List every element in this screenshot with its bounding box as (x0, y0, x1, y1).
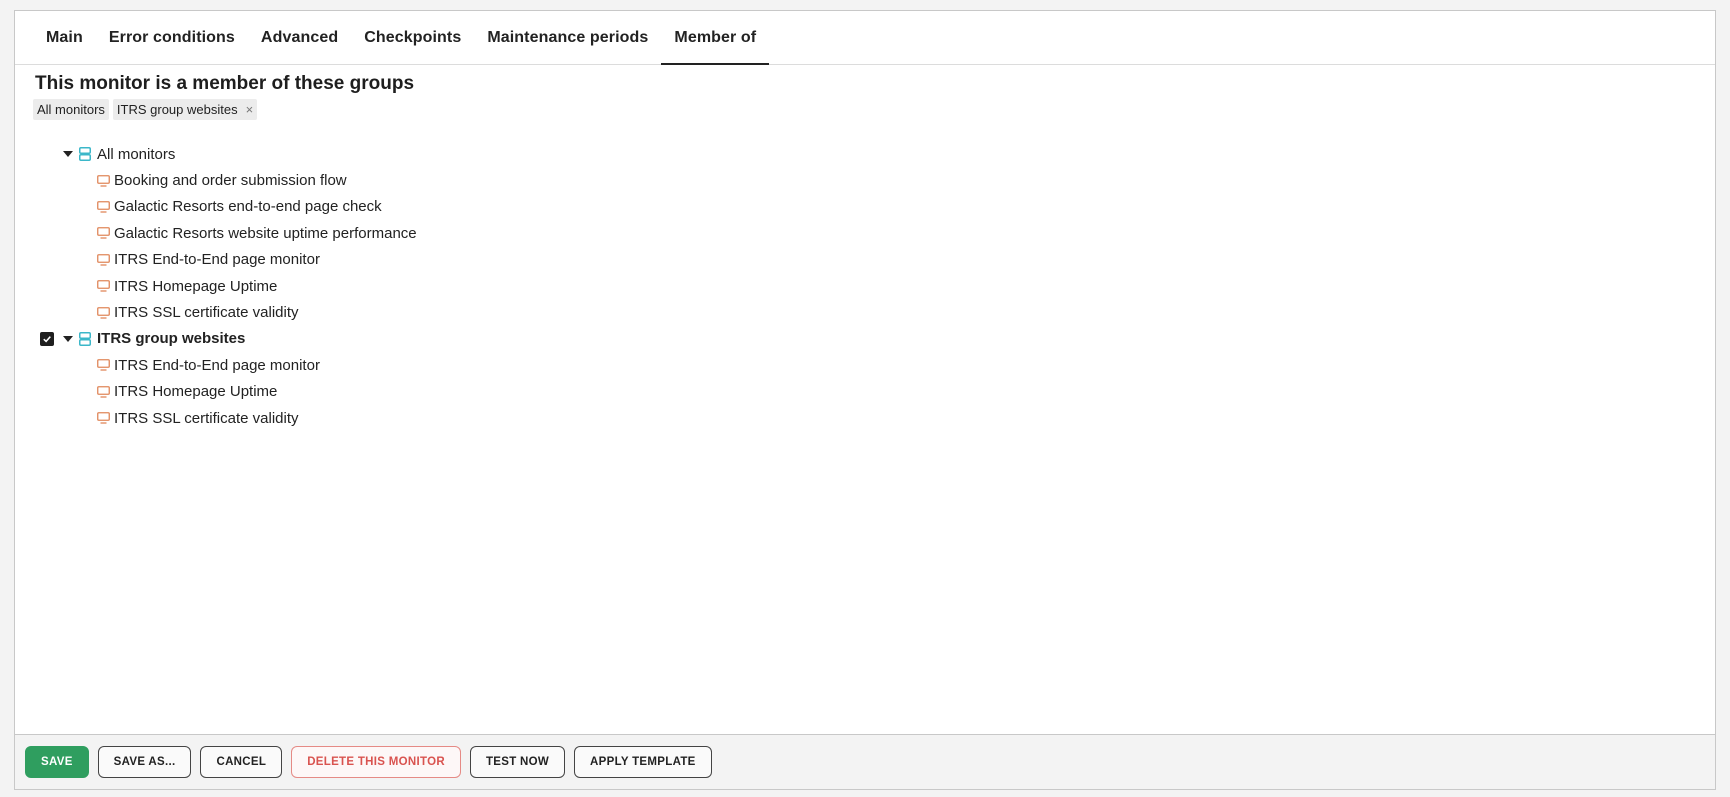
monitor-icon (97, 280, 110, 292)
server-group-icon (79, 147, 91, 162)
monitor-icon (97, 253, 110, 266)
group-checkbox[interactable] (40, 331, 54, 346)
caret-down-icon[interactable] (63, 151, 73, 158)
chip-remove-icon[interactable]: × (246, 103, 254, 116)
monitor-label: Galactic Resorts website uptime performa… (114, 224, 417, 242)
monitor-icon (97, 412, 110, 424)
monitor-label: ITRS SSL certificate validity (114, 304, 299, 322)
tree-group-row: All monitors (15, 141, 615, 167)
tree-monitor-row: ITRS SSL certificate validity (15, 299, 615, 325)
monitor-label: ITRS SSL certificate validity (114, 409, 299, 427)
chip-itrs-group-websites: ITRS group websites × (112, 99, 258, 120)
save-button[interactable]: SAVE (25, 746, 89, 778)
cancel-button[interactable]: CANCEL (200, 746, 283, 778)
monitor-icon (97, 359, 110, 371)
tree-monitor-row: Booking and order submission flow (15, 167, 615, 193)
monitor-icon (97, 201, 110, 213)
chip-label: All monitors (37, 102, 105, 117)
action-bar: SAVE SAVE AS... CANCEL DELETE THIS MONIT… (15, 734, 1715, 789)
tree-monitor-row: ITRS SSL certificate validity (15, 405, 615, 431)
monitor-label: Galactic Resorts end-to-end page check (114, 198, 382, 216)
tab-bar: Main Error conditions Advanced Checkpoin… (15, 11, 1715, 65)
tab-error-conditions[interactable]: Error conditions (96, 11, 248, 64)
tree-monitor-row: Galactic Resorts website uptime performa… (15, 220, 615, 246)
caret-down-icon[interactable] (63, 335, 73, 342)
tree-group-row: ITRS group websites (15, 326, 615, 352)
tree-monitor-row: ITRS End-to-End page monitor (15, 247, 615, 273)
tree-monitor-row: Galactic Resorts end-to-end page check (15, 194, 615, 220)
apply-template-button[interactable]: APPLY TEMPLATE (574, 746, 712, 778)
checkmark-icon (43, 335, 51, 343)
monitor-icon (97, 385, 110, 398)
monitor-icon (97, 227, 110, 240)
monitor-label: Booking and order submission flow (114, 172, 347, 190)
monitor-icon (97, 174, 110, 187)
group-label-itrs-group-websites[interactable]: ITRS group websites (97, 330, 245, 347)
monitor-icon (97, 306, 110, 319)
tree-monitor-row: ITRS Homepage Uptime (15, 379, 615, 405)
save-as-button[interactable]: SAVE AS... (97, 746, 192, 778)
tab-maintenance-periods[interactable]: Maintenance periods (474, 11, 661, 64)
group-label-all-monitors[interactable]: All monitors (97, 146, 175, 163)
monitor-label: ITRS Homepage Uptime (114, 383, 278, 401)
delete-monitor-button[interactable]: DELETE THIS MONITOR (291, 746, 461, 778)
test-now-button[interactable]: TEST NOW (469, 746, 566, 778)
chip-label: ITRS group websites (116, 102, 238, 117)
tree-monitor-row: ITRS End-to-End page monitor (15, 352, 615, 378)
tab-member-of[interactable]: Member of (661, 11, 770, 65)
tab-checkpoints[interactable]: Checkpoints (351, 11, 474, 64)
selected-groups-chips: All monitors ITRS group websites × (33, 99, 258, 120)
tab-advanced[interactable]: Advanced (248, 11, 351, 64)
monitor-label: ITRS End-to-End page monitor (114, 251, 320, 269)
monitor-label: ITRS End-to-End page monitor (114, 356, 320, 374)
tree-monitor-row: ITRS Homepage Uptime (15, 273, 615, 299)
section-title: This monitor is a member of these groups (35, 73, 415, 94)
monitor-label: ITRS Homepage Uptime (114, 277, 278, 295)
monitor-editor-panel: Main Error conditions Advanced Checkpoin… (14, 10, 1716, 790)
tab-main[interactable]: Main (33, 11, 96, 64)
server-group-icon (79, 331, 91, 346)
chip-all-monitors: All monitors (33, 99, 109, 120)
group-tree: All monitors Booking and order submissio… (15, 141, 615, 431)
